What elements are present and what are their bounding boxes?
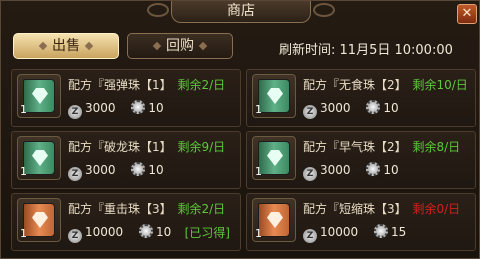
reputation-icon	[366, 100, 381, 114]
reputation-icon	[131, 162, 146, 176]
recipe-book-icon	[258, 203, 290, 237]
item-price: 3000	[320, 101, 351, 115]
close-button[interactable]: ✕	[457, 4, 477, 24]
gem-icon	[267, 150, 283, 166]
item-price-line: Z 3000 10	[68, 100, 164, 119]
item-count: 1	[255, 227, 262, 240]
reputation-icon	[366, 162, 381, 176]
item-remaining: 剩余9/日	[177, 140, 226, 154]
title-ornament-left	[147, 3, 169, 17]
item-name: 配方『无食珠【2】	[303, 78, 407, 92]
item-name: 配方『破龙珠【1】	[68, 140, 172, 154]
tab-diamond-icon	[38, 41, 48, 51]
shop-item[interactable]: 1 配方『破龙珠【1】 剩余9/日 Z 3000 10	[11, 131, 241, 189]
item-name: 配方『重击珠【3】	[68, 202, 172, 216]
item-name-line: 配方『短缩珠【3】 剩余0/日	[303, 200, 460, 217]
item-remaining: 剩余2/日	[177, 78, 226, 92]
recipe-book-icon	[258, 79, 290, 113]
gem-icon	[267, 212, 283, 228]
tab-buyback[interactable]: 回购	[127, 33, 233, 59]
gold-coin-icon: Z	[68, 105, 82, 119]
item-name: 配方『短缩珠【3】	[303, 202, 407, 216]
refresh-label: 刷新时间:	[279, 43, 336, 58]
window-title: 商店	[171, 1, 311, 23]
item-price-line: Z 3000 10	[303, 100, 399, 119]
item-count: 1	[20, 227, 27, 240]
gem-icon	[32, 212, 48, 228]
item-name-line: 配方『无食珠【2】 剩余10/日	[303, 76, 468, 93]
title-ornament-right	[313, 3, 335, 17]
tab-diamond-icon	[152, 41, 162, 51]
recipe-book-icon	[23, 79, 55, 113]
item-remaining: 剩余8/日	[412, 140, 461, 154]
item-name-line: 配方『早气珠【2】 剩余8/日	[303, 138, 460, 155]
item-price: 3000	[320, 163, 351, 177]
shop-item[interactable]: 1 配方『早气珠【2】 剩余8/日 Z 3000 10	[246, 131, 476, 189]
reputation-icon	[139, 224, 154, 238]
item-remaining: 剩余2/日	[177, 202, 226, 216]
item-price-line: Z 3000 10	[68, 162, 164, 181]
item-icon-slot[interactable]: 1	[252, 74, 296, 118]
item-points: 15	[391, 225, 407, 239]
gold-coin-icon: Z	[68, 229, 82, 243]
item-name-line: 配方『强弹珠【1】 剩余2/日	[68, 76, 225, 93]
gem-icon	[32, 150, 48, 166]
gem-icon	[32, 88, 48, 104]
item-name-line: 配方『破龙珠【1】 剩余9/日	[68, 138, 225, 155]
shop-item[interactable]: 1 配方『短缩珠【3】 剩余0/日 Z 10000 15	[246, 193, 476, 251]
refresh-time: 刷新时间: 11月5日 10:00:00	[279, 39, 453, 58]
shop-window: 商店 ✕ 出售 回购 刷新时间: 11月5日 10:00:00 1 配方『强弹珠…	[0, 0, 480, 259]
item-points: 10	[383, 101, 399, 115]
item-learned-tag: [已习得]	[184, 226, 230, 240]
item-price-line: Z 3000 10	[303, 162, 399, 181]
item-name: 配方『早气珠【2】	[303, 140, 407, 154]
gold-coin-icon: Z	[68, 167, 82, 181]
item-icon-slot[interactable]: 1	[17, 74, 61, 118]
recipe-book-icon	[23, 141, 55, 175]
item-points: 10	[148, 163, 164, 177]
tab-sell-label: 出售	[52, 38, 80, 54]
item-count: 1	[20, 165, 27, 178]
tab-sell[interactable]: 出售	[13, 33, 119, 59]
item-icon-slot[interactable]: 1	[252, 136, 296, 180]
refresh-value: 11月5日 10:00:00	[339, 43, 453, 58]
reputation-icon	[131, 100, 146, 114]
item-icon-slot[interactable]: 1	[17, 136, 61, 180]
tab-buyback-label: 回购	[166, 38, 194, 54]
tab-diamond-icon	[84, 41, 94, 51]
gold-coin-icon: Z	[303, 229, 317, 243]
item-count: 1	[255, 103, 262, 116]
gold-coin-icon: Z	[303, 167, 317, 181]
item-price-line: Z 10000 10	[68, 224, 171, 243]
recipe-book-icon	[258, 141, 290, 175]
item-count: 1	[255, 165, 262, 178]
item-price: 10000	[85, 225, 124, 239]
tab-diamond-icon	[198, 41, 208, 51]
shop-item[interactable]: 1 配方『强弹珠【1】 剩余2/日 Z 3000 10	[11, 69, 241, 127]
item-points: 10	[148, 101, 164, 115]
item-price: 3000	[85, 163, 116, 177]
item-price: 3000	[85, 101, 116, 115]
item-name: 配方『强弹珠【1】	[68, 78, 172, 92]
item-icon-slot[interactable]: 1	[17, 198, 61, 242]
item-count: 1	[20, 103, 27, 116]
shop-item[interactable]: 1 配方『重击珠【3】 剩余2/日 Z 10000 10 [已习得]	[11, 193, 241, 251]
item-price: 10000	[320, 225, 359, 239]
item-name-line: 配方『重击珠【3】 剩余2/日	[68, 200, 225, 217]
item-points: 10	[383, 163, 399, 177]
item-points: 10	[156, 225, 172, 239]
item-price-line: Z 10000 15	[303, 224, 406, 243]
item-icon-slot[interactable]: 1	[252, 198, 296, 242]
recipe-book-icon	[23, 203, 55, 237]
item-remaining: 剩余10/日	[412, 78, 468, 92]
shop-item[interactable]: 1 配方『无食珠【2】 剩余10/日 Z 3000 10	[246, 69, 476, 127]
item-remaining: 剩余0/日	[412, 202, 461, 216]
gold-coin-icon: Z	[303, 105, 317, 119]
reputation-icon	[374, 224, 389, 238]
gem-icon	[267, 88, 283, 104]
